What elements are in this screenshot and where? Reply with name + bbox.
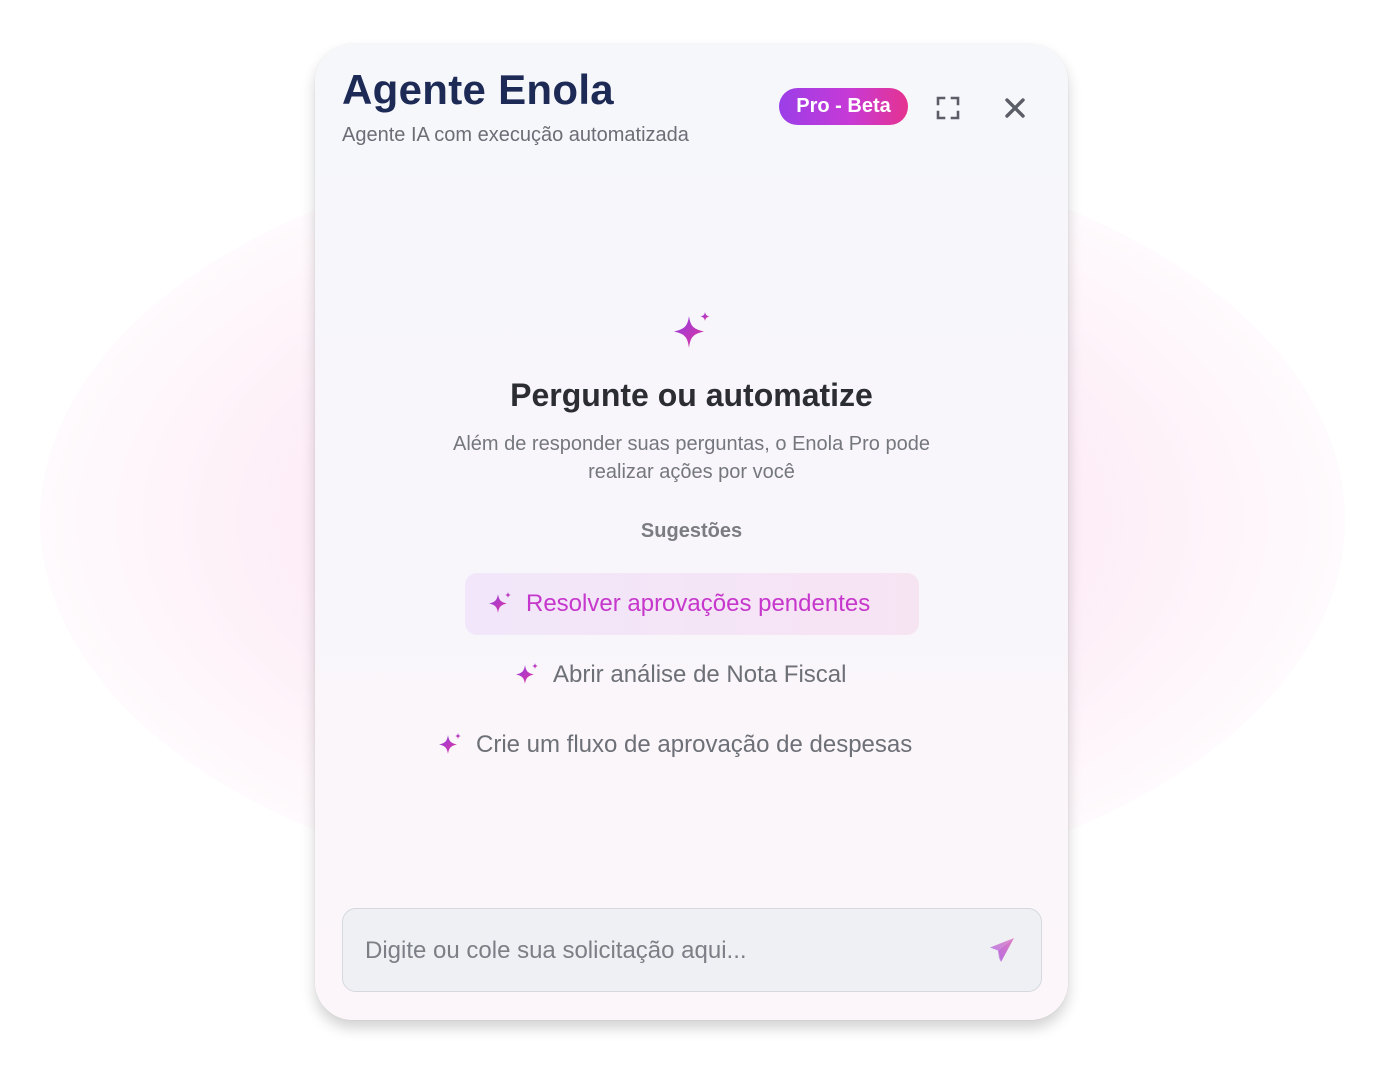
suggestion-label: Resolver aprovações pendentes (526, 590, 871, 617)
suggestion-abrir-analise[interactable]: Abrir análise de Nota Fiscal (514, 644, 846, 706)
empty-state-description: Além de responder suas perguntas, o Enol… (315, 430, 1068, 486)
suggestions-label: Sugestões (640, 520, 743, 542)
expand-button[interactable] (930, 90, 966, 126)
sparkle-icon (489, 592, 511, 613)
pro-beta-badge: Pro - Beta (779, 88, 908, 125)
suggestion-label: Abrir análise de Nota Fiscal (553, 661, 847, 688)
agent-chat-panel: Agente Enola Agente IA com execução auto… (315, 44, 1068, 1020)
sparkle-icon (674, 312, 710, 348)
suggestion-crie-fluxo[interactable]: Crie um fluxo de aprovação de despesas (437, 714, 912, 776)
suggestion-resolver-aprovacoes[interactable]: Resolver aprovações pendentes (465, 573, 919, 635)
suggestion-label: Crie um fluxo de aprovação de despesas (476, 731, 913, 758)
send-icon (990, 938, 1014, 962)
composer (342, 908, 1042, 993)
message-input[interactable] (363, 909, 967, 993)
stage: Agente Enola Agente IA com execução auto… (0, 0, 1385, 1071)
close-button[interactable] (997, 90, 1033, 126)
sparkle-icon (439, 733, 461, 754)
panel-title: Agente Enola (342, 66, 614, 113)
send-button[interactable] (985, 933, 1019, 967)
description-line-2: realizar ações por você (588, 461, 795, 483)
sparkle-icon (516, 663, 538, 684)
empty-state-heading: Pergunte ou automatize (510, 377, 873, 413)
expand-icon (936, 96, 960, 120)
description-line-1: Além de responder suas perguntas, o Enol… (453, 433, 930, 455)
close-icon (1005, 98, 1025, 118)
panel-subtitle: Agente IA com execução automatizada (342, 124, 689, 146)
